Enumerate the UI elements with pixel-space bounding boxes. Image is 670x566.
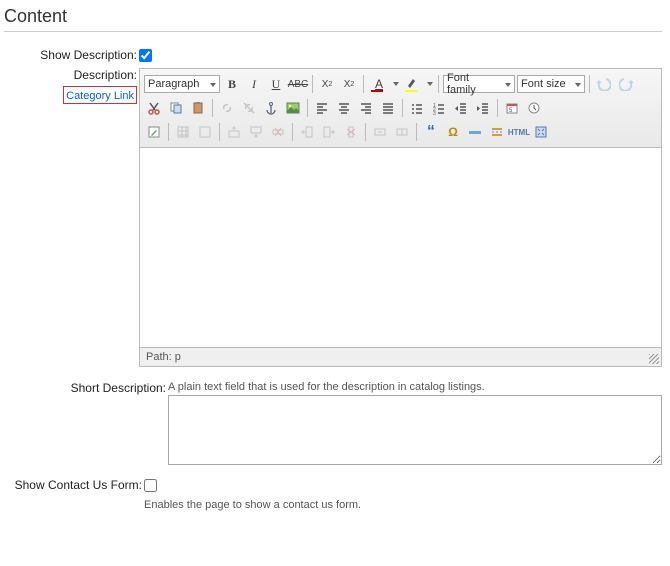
- table-button[interactable]: [173, 122, 193, 142]
- align-justify-button[interactable]: [378, 98, 398, 118]
- show-contact-label: Show Contact Us Form:: [4, 478, 144, 492]
- category-link-button[interactable]: Category Link: [63, 86, 137, 104]
- show-contact-helper: Enables the page to show a contact us fo…: [144, 499, 361, 511]
- bg-color-button[interactable]: [402, 74, 424, 94]
- strikethrough-button[interactable]: ABC: [288, 74, 308, 94]
- pagebreak-button[interactable]: [487, 122, 507, 142]
- edit-icon[interactable]: [144, 122, 164, 142]
- superscript-button[interactable]: X2: [339, 74, 359, 94]
- editor-toolbar: Paragraph B I U ABC X2 X2 A Font family …: [139, 68, 662, 148]
- show-description-checkbox[interactable]: [139, 49, 152, 62]
- hr-button[interactable]: [465, 122, 485, 142]
- insert-date-button[interactable]: 5: [502, 98, 522, 118]
- redo-button[interactable]: [616, 74, 636, 94]
- align-center-button[interactable]: [334, 98, 354, 118]
- font-size-select[interactable]: Font size: [517, 75, 585, 93]
- image-button[interactable]: [283, 98, 303, 118]
- show-description-label: Show Description:: [4, 48, 139, 62]
- row-after-button[interactable]: [246, 122, 266, 142]
- col-delete-button[interactable]: [341, 122, 361, 142]
- col-before-button[interactable]: [297, 122, 317, 142]
- bullet-list-button[interactable]: [407, 98, 427, 118]
- svg-text:3: 3: [433, 111, 436, 115]
- show-contact-checkbox[interactable]: [144, 479, 157, 492]
- italic-button[interactable]: I: [244, 74, 264, 94]
- format-select[interactable]: Paragraph: [144, 75, 220, 93]
- undo-button[interactable]: [594, 74, 614, 94]
- font-family-select[interactable]: Font family: [443, 75, 515, 93]
- outdent-button[interactable]: [451, 98, 471, 118]
- underline-button[interactable]: U: [266, 74, 286, 94]
- unlink-button[interactable]: [239, 98, 259, 118]
- bg-color-dropdown[interactable]: [426, 74, 434, 94]
- short-description-helper: A plain text field that is used for the …: [168, 381, 662, 393]
- category-link-text: Category Link: [66, 90, 134, 102]
- link-button[interactable]: [217, 98, 237, 118]
- short-description-textarea[interactable]: [168, 395, 662, 465]
- description-editor[interactable]: [139, 148, 662, 348]
- indent-button[interactable]: [473, 98, 493, 118]
- resize-grip-icon[interactable]: [649, 354, 659, 364]
- merge-cells-button[interactable]: [370, 122, 390, 142]
- text-color-dropdown[interactable]: [392, 74, 400, 94]
- short-description-label: Short Description:: [4, 381, 168, 395]
- align-right-button[interactable]: [356, 98, 376, 118]
- html-button[interactable]: HTML: [509, 122, 529, 142]
- paste-button[interactable]: [188, 98, 208, 118]
- number-list-button[interactable]: 123: [429, 98, 449, 118]
- copy-button[interactable]: [166, 98, 186, 118]
- special-char-button[interactable]: Ω: [443, 122, 463, 142]
- bold-button[interactable]: B: [222, 74, 242, 94]
- table-props-button[interactable]: [195, 122, 215, 142]
- row-delete-button[interactable]: [268, 122, 288, 142]
- split-cells-button[interactable]: [392, 122, 412, 142]
- editor-path: Path: p: [139, 348, 662, 367]
- insert-time-button[interactable]: [524, 98, 544, 118]
- text-color-button[interactable]: A: [368, 74, 390, 94]
- fullscreen-button[interactable]: [531, 122, 551, 142]
- section-title: Content: [4, 4, 662, 32]
- align-left-button[interactable]: [312, 98, 332, 118]
- cut-button[interactable]: [144, 98, 164, 118]
- subscript-button[interactable]: X2: [317, 74, 337, 94]
- anchor-button[interactable]: [261, 98, 281, 118]
- row-before-button[interactable]: [224, 122, 244, 142]
- col-after-button[interactable]: [319, 122, 339, 142]
- blockquote-open-button[interactable]: “: [421, 122, 441, 142]
- description-label: Description:: [74, 68, 137, 82]
